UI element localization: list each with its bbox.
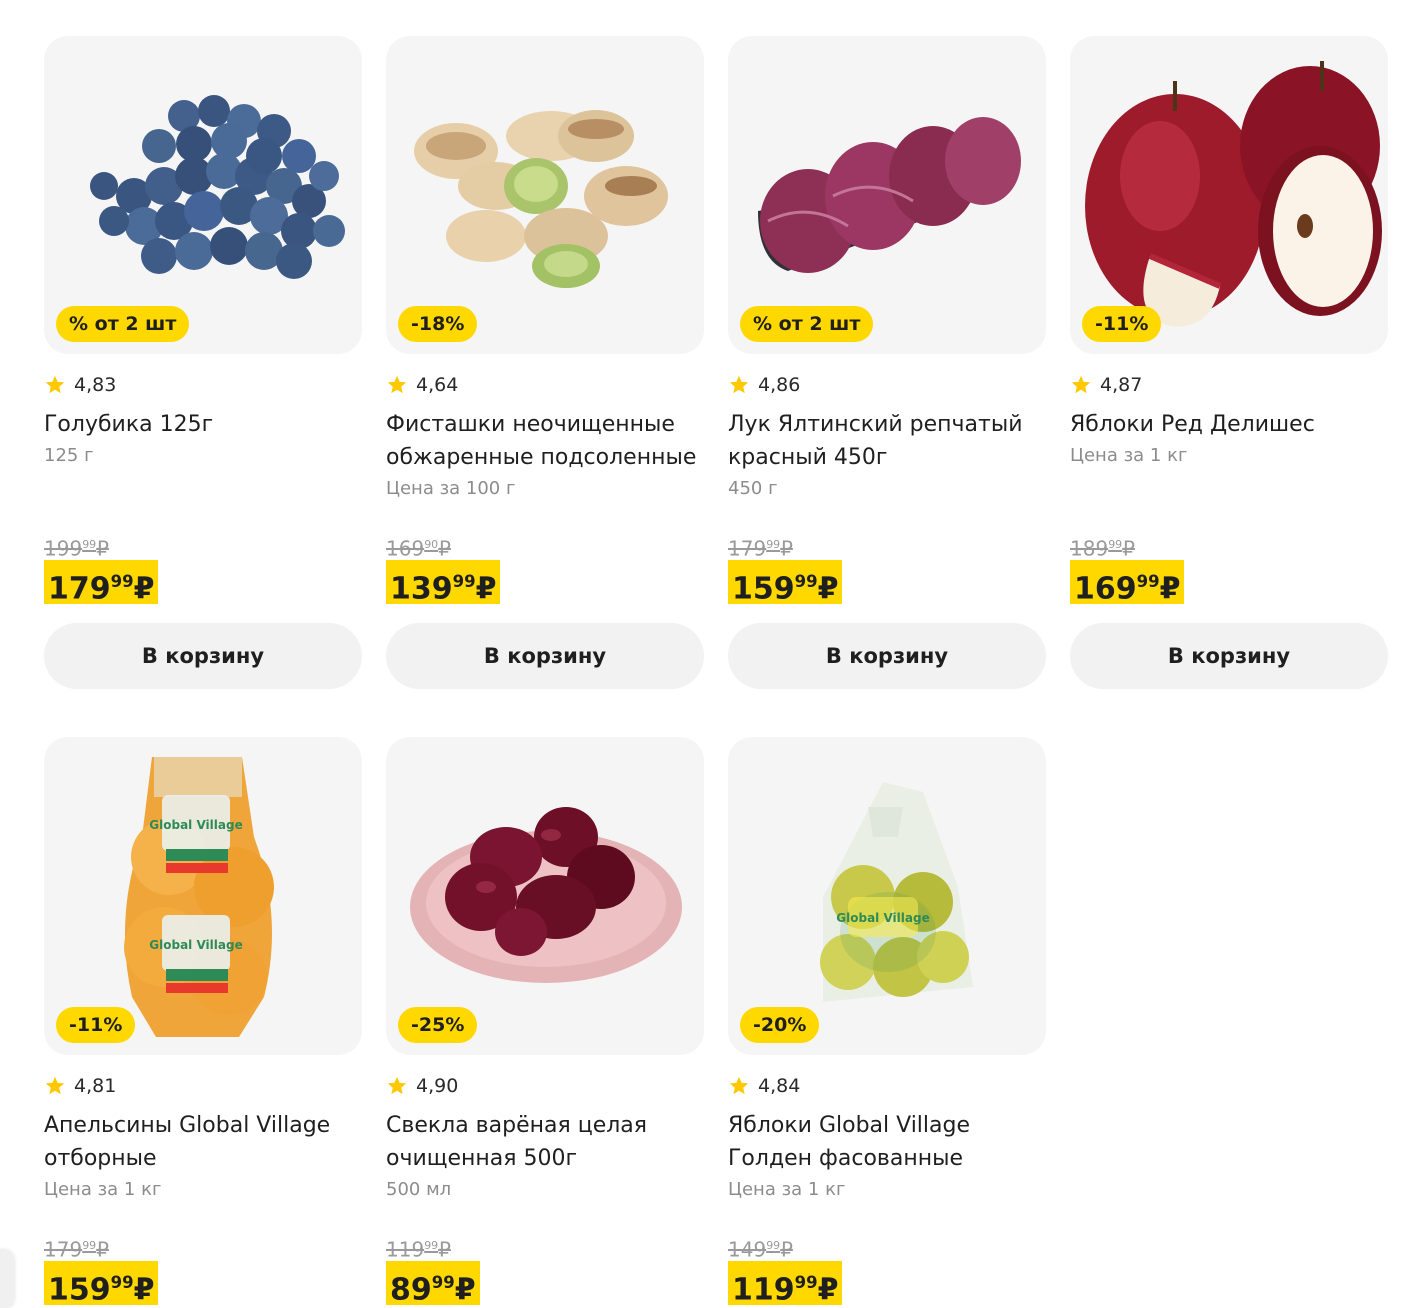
discount-badge: -20% [740,1007,820,1043]
product-image[interactable]: Global Village -20% [728,737,1046,1055]
product-subtitle: Цена за 1 кг [44,1179,162,1200]
discount-badge: -11% [56,1007,136,1043]
old-price: 17999₽ [44,1237,109,1262]
rating-value: 4,87 [1100,374,1143,396]
discount-badge: % от 2 шт [740,306,874,342]
add-to-cart-button[interactable]: В корзину [1070,623,1388,689]
new-price: 15999₽ [44,1261,159,1308]
side-panel-tab[interactable] [0,1250,14,1308]
rating: 4,90 [386,1073,458,1099]
brand-label: Global Village [149,938,242,952]
add-to-cart-button[interactable]: В корзину [386,623,704,689]
add-to-cart-button[interactable]: В корзину [44,623,362,689]
old-price: 17999₽ [728,536,793,561]
add-to-cart-button[interactable]: В корзину [728,623,1046,689]
discount-badge: % от 2 шт [56,306,190,342]
new-price: 11999₽ [728,1261,843,1308]
product-subtitle: 125 г [44,445,94,466]
old-price: 18999₽ [1070,536,1135,561]
product-title[interactable]: Яблоки Global Village Голден фасованные [728,1109,1046,1175]
new-price: 13999₽ [386,560,501,607]
product-image[interactable]: Global Village Global Village -11% [44,737,362,1055]
brand-label: Global Village [149,818,242,832]
new-price: 15999₽ [728,560,843,607]
old-price: 11999₽ [386,1237,451,1262]
star-icon [387,1076,407,1095]
star-icon [387,375,407,394]
rating: 4,83 [44,372,116,398]
rating: 4,87 [1070,372,1142,398]
new-price: 16999₽ [1070,560,1185,607]
star-icon [729,375,749,394]
product-title[interactable]: Голубика 125г [44,408,362,441]
product-subtitle: 450 г [728,478,778,499]
star-icon [729,1076,749,1095]
star-icon [45,375,65,394]
product-title[interactable]: Фисташки неочищенные обжаренные подсолен… [386,408,704,474]
discount-badge: -11% [1082,306,1162,342]
rating-value: 4,81 [74,1075,117,1097]
discount-badge: -25% [398,1007,478,1043]
old-price: 14999₽ [728,1237,793,1262]
product-image[interactable]: % от 2 шт [728,36,1046,354]
product-title[interactable]: Свекла варёная целая очищенная 500г [386,1109,704,1175]
rating-value: 4,83 [74,374,117,396]
new-price: 17999₽ [44,560,159,607]
old-price: 16990₽ [386,536,451,561]
product-image[interactable]: -18% [386,36,704,354]
rating-value: 4,64 [416,374,459,396]
star-icon [1071,375,1091,394]
new-price: 8999₽ [386,1261,480,1308]
product-subtitle: 500 мл [386,1179,452,1200]
product-subtitle: Цена за 1 кг [728,1179,846,1200]
rating-value: 4,90 [416,1075,459,1097]
rating-value: 4,86 [758,374,801,396]
rating: 4,84 [728,1073,800,1099]
star-icon [45,1076,65,1095]
old-price: 19999₽ [44,536,109,561]
product-subtitle: Цена за 1 кг [1070,445,1188,466]
rating: 4,81 [44,1073,116,1099]
rating-value: 4,84 [758,1075,801,1097]
product-image[interactable]: -11% [1070,36,1388,354]
brand-label: Global Village [836,911,929,925]
product-title[interactable]: Апельсины Global Village отборные [44,1109,362,1175]
rating: 4,64 [386,372,458,398]
product-title[interactable]: Яблоки Ред Делишес [1070,408,1388,441]
product-title[interactable]: Лук Ялтинский репчатый красный 450г [728,408,1046,474]
product-image[interactable]: % от 2 шт [44,36,362,354]
product-subtitle: Цена за 100 г [386,478,516,499]
rating: 4,86 [728,372,800,398]
product-image[interactable]: -25% [386,737,704,1055]
discount-badge: -18% [398,306,478,342]
